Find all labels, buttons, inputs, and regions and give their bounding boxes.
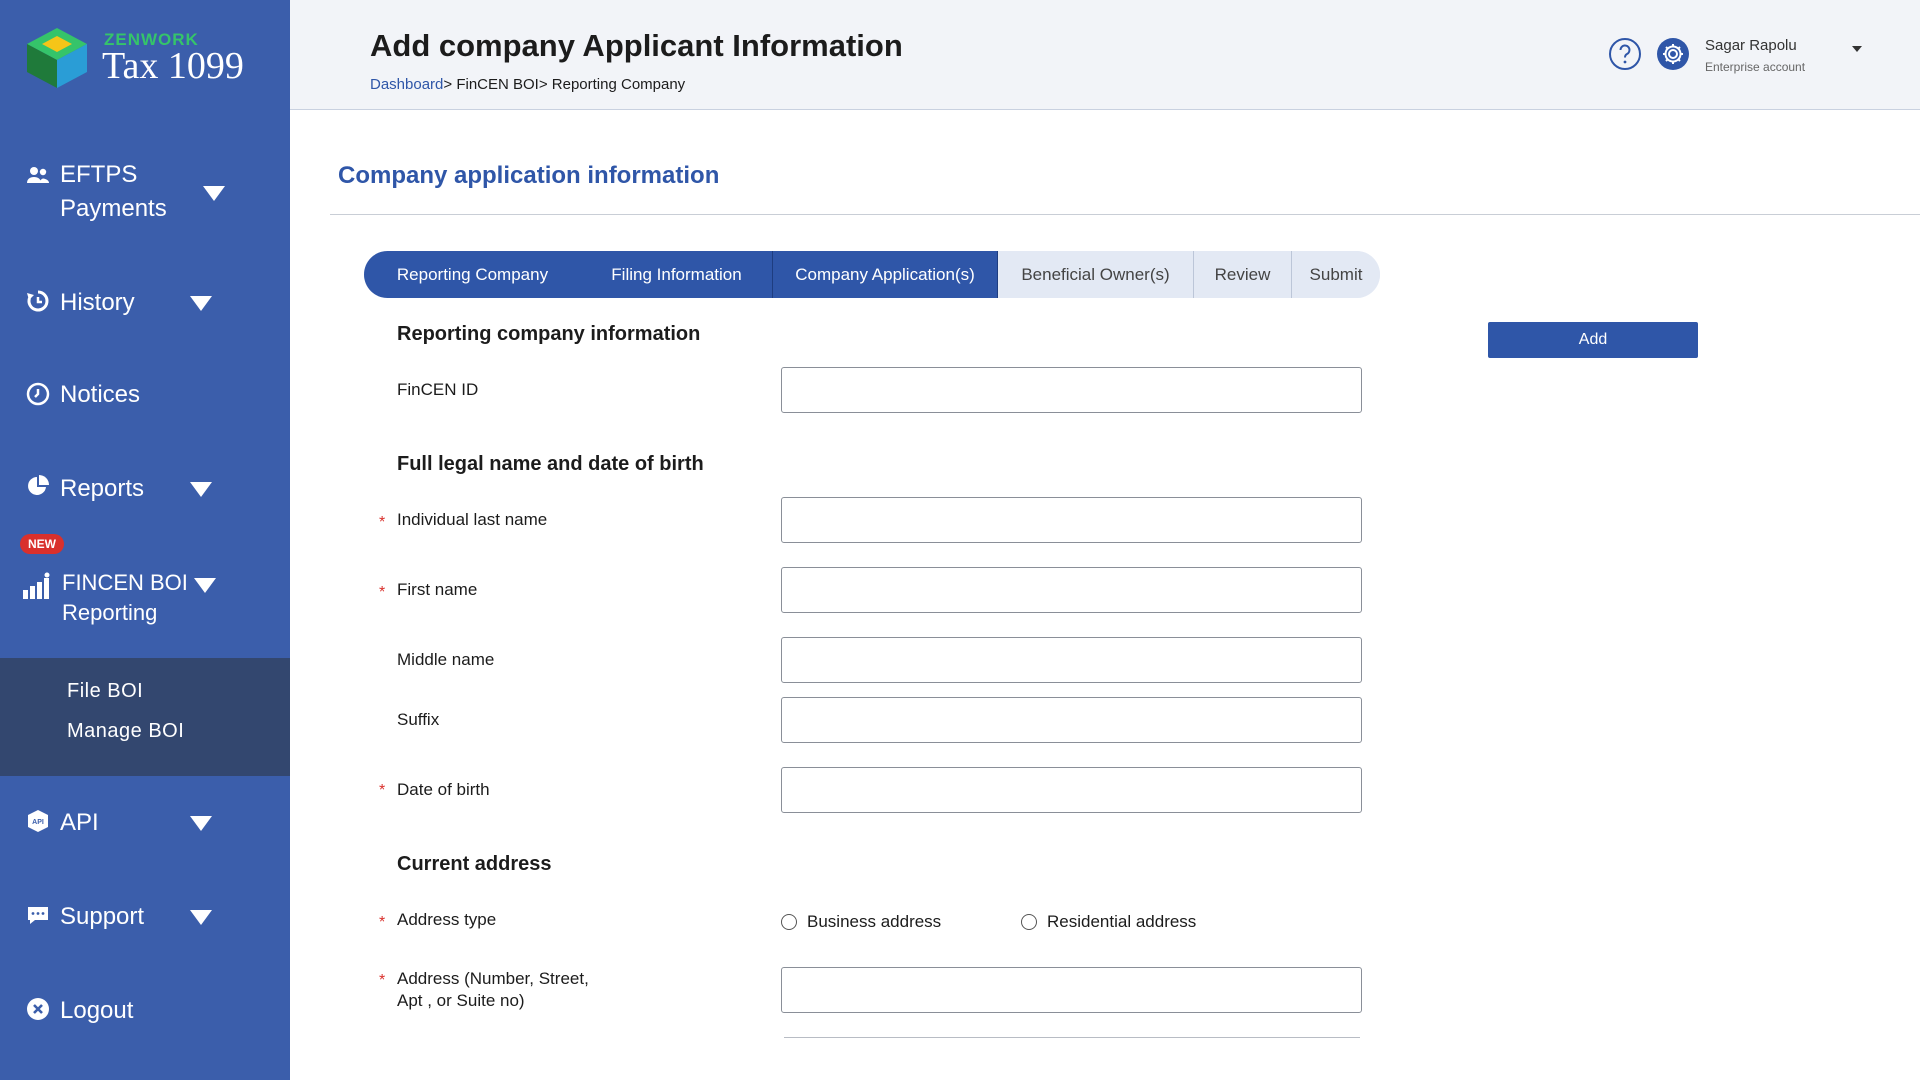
group-heading-reporting-company: Reporting company information xyxy=(397,323,701,345)
step-filing-information[interactable]: Filing Information xyxy=(582,251,772,298)
fincen-submenu: File BOI Manage BOI xyxy=(0,658,290,776)
pie-chart-icon xyxy=(28,475,49,495)
gear-icon[interactable] xyxy=(1656,37,1690,71)
address-type-label: Address type xyxy=(397,910,497,929)
user-name[interactable]: Sagar Rapolu xyxy=(1705,37,1797,54)
top-header: Add company Applicant Information Dashbo… xyxy=(290,0,1920,110)
address-label-line2: Apt , or Suite no) xyxy=(397,991,525,1010)
breadcrumb-separator: > xyxy=(538,76,548,93)
required-marker: * xyxy=(379,514,386,531)
form-divider xyxy=(784,1037,1360,1038)
dob-label: Date of birth xyxy=(397,780,490,799)
breadcrumb-separator: > xyxy=(443,76,453,93)
submenu-item-file-boi[interactable]: File BOI xyxy=(67,680,143,703)
brand-product: Tax 1099 xyxy=(102,45,244,87)
api-icon: API xyxy=(28,810,48,832)
step-reporting-company[interactable]: Reporting Company xyxy=(364,251,582,298)
sidebar-item-logout[interactable]: Logout xyxy=(0,994,290,1028)
last-name-label: Individual last name xyxy=(397,510,548,529)
chevron-down-icon xyxy=(190,296,212,311)
sidebar-item-label-line2: Reporting xyxy=(62,600,158,625)
last-name-input[interactable] xyxy=(781,497,1362,543)
sidebar-item-label: EFTPS xyxy=(60,161,138,188)
first-name-label: First name xyxy=(397,580,478,599)
sidebar-item-label: Logout xyxy=(60,997,134,1024)
svg-text:API: API xyxy=(32,819,44,826)
sidebar-item-notices[interactable]: Notices xyxy=(0,378,290,412)
sidebar: ZENWORK Tax 1099 EFTPS Payments History … xyxy=(0,0,290,1080)
section-divider xyxy=(330,214,1920,215)
radio-residential-address[interactable]: Residential address xyxy=(1021,912,1196,932)
step-beneficial-owners[interactable]: Beneficial Owner(s) xyxy=(998,251,1194,298)
radio-circle[interactable] xyxy=(1021,914,1037,930)
sidebar-item-label: FINCEN BOI xyxy=(62,570,188,595)
address-label-line1: Address (Number, Street, xyxy=(397,969,589,988)
radio-label: Residential address xyxy=(1047,912,1197,931)
dob-input[interactable] xyxy=(781,767,1362,813)
people-icon xyxy=(27,167,49,183)
close-circle-icon xyxy=(27,998,49,1020)
breadcrumb-dashboard-link[interactable]: Dashboard xyxy=(370,76,443,93)
user-menu-chevron-down-icon[interactable] xyxy=(1852,46,1862,52)
chevron-down-icon xyxy=(190,816,212,831)
group-heading-legal-name: Full legal name and date of birth xyxy=(397,453,704,475)
sidebar-item-eftps[interactable]: EFTPS Payments xyxy=(0,158,290,228)
required-marker: * xyxy=(379,914,386,931)
breadcrumb-fincen-boi[interactable]: FinCEN BOI xyxy=(452,76,539,93)
new-badge: NEW xyxy=(20,534,64,554)
chevron-down-icon xyxy=(190,910,212,925)
breadcrumb-current: Reporting Company xyxy=(547,76,686,93)
address-label: Address (Number, Street, Apt , or Suite … xyxy=(397,968,589,1012)
sidebar-item-reports[interactable]: Reports xyxy=(0,472,290,506)
chevron-down-icon xyxy=(203,186,225,201)
history-icon xyxy=(27,290,49,312)
breadcrumb: Dashboard> FinCEN BOI> Reporting Company xyxy=(370,76,685,93)
required-marker: * xyxy=(379,972,386,989)
required-marker: * xyxy=(379,782,386,799)
chat-icon xyxy=(28,907,48,924)
group-heading-current-address: Current address xyxy=(397,853,552,875)
bar-chart-icon xyxy=(23,572,50,599)
logo-cube-icon xyxy=(27,28,87,88)
sidebar-item-label: History xyxy=(60,289,135,316)
sidebar-item-support[interactable]: Support xyxy=(0,900,290,934)
radio-circle[interactable] xyxy=(781,914,797,930)
step-company-applications[interactable]: Company Application(s) xyxy=(772,251,998,298)
add-button[interactable]: Add xyxy=(1488,322,1698,358)
fincen-id-label: FinCEN ID xyxy=(397,380,479,399)
suffix-label: Suffix xyxy=(397,710,440,729)
middle-name-label: Middle name xyxy=(397,650,495,669)
required-marker: * xyxy=(379,584,386,601)
chevron-down-icon xyxy=(190,482,212,497)
suffix-input[interactable] xyxy=(781,697,1362,743)
sidebar-item-label-line2: Payments xyxy=(60,195,167,222)
step-submit[interactable]: Submit xyxy=(1292,251,1380,298)
help-icon[interactable] xyxy=(1608,37,1642,71)
sidebar-item-label: API xyxy=(60,809,99,836)
radio-business-address[interactable]: Business address xyxy=(781,912,941,932)
submenu-item-manage-boi[interactable]: Manage BOI xyxy=(67,720,184,743)
brand-logo[interactable]: ZENWORK Tax 1099 xyxy=(24,26,264,92)
sidebar-item-label: Reports xyxy=(60,475,145,502)
sidebar-item-label: Notices xyxy=(60,381,141,408)
radio-label: Business address xyxy=(807,912,942,931)
section-title: Company application information xyxy=(338,162,720,189)
chevron-down-icon xyxy=(194,578,216,593)
sidebar-item-api[interactable]: API API xyxy=(0,806,290,840)
address-input[interactable] xyxy=(781,967,1362,1013)
user-role: Enterprise account xyxy=(1705,60,1806,74)
page-title: Add company Applicant Information xyxy=(370,28,903,63)
step-review[interactable]: Review xyxy=(1194,251,1292,298)
middle-name-input[interactable] xyxy=(781,637,1362,683)
clock-icon xyxy=(26,382,50,406)
step-progress-tabs: Reporting Company Filing Information Com… xyxy=(364,251,1380,298)
sidebar-item-fincen-boi[interactable]: FINCEN BOI Reporting xyxy=(0,566,290,632)
fincen-id-input[interactable] xyxy=(781,367,1362,413)
sidebar-item-label: Support xyxy=(60,903,145,930)
first-name-input[interactable] xyxy=(781,567,1362,613)
sidebar-item-history[interactable]: History xyxy=(0,286,290,320)
